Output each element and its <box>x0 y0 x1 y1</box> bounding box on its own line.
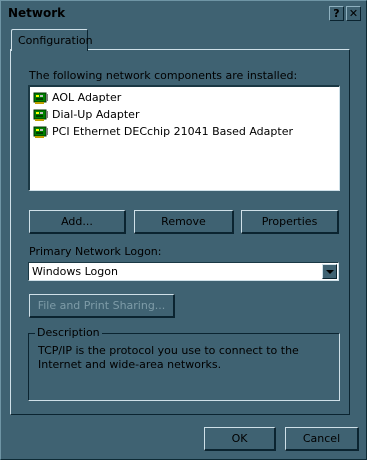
ok-button[interactable]: OK <box>204 427 276 451</box>
file-print-sharing-button[interactable]: File and Print Sharing... <box>29 294 175 318</box>
primary-logon-select[interactable]: Windows Logon <box>28 262 339 281</box>
chevron-down-icon[interactable] <box>322 264 337 279</box>
close-icon: ✕ <box>348 7 359 20</box>
network-adapter-icon <box>33 91 49 105</box>
list-item-label: Dial-Up Adapter <box>52 108 140 121</box>
list-item-label: PCI Ethernet DECchip 21041 Based Adapter <box>52 125 293 138</box>
add-button[interactable]: Add... <box>29 210 126 234</box>
components-list[interactable]: AOL Adapter Dial-Up Adapter PCI Ethernet… <box>28 85 340 191</box>
window-title: Network <box>8 6 66 20</box>
network-dialog: Network ? ✕ Configuration The following … <box>0 0 367 460</box>
tab-configuration[interactable]: Configuration <box>11 29 93 51</box>
description-text: TCP/IP is the protocol you use to connec… <box>38 344 299 371</box>
ok-button-label: OK <box>231 432 248 445</box>
list-item-label: AOL Adapter <box>52 91 122 104</box>
properties-button-label: Properties <box>261 215 318 228</box>
properties-button[interactable]: Properties <box>241 210 339 234</box>
remove-button-label: Remove <box>161 215 206 228</box>
file-print-sharing-label: File and Print Sharing... <box>37 299 166 312</box>
components-heading: The following network components are ins… <box>29 69 298 82</box>
cancel-button-label: Cancel <box>302 432 341 445</box>
close-button[interactable]: ✕ <box>346 6 361 21</box>
tab-label: Configuration <box>18 34 93 47</box>
network-adapter-icon <box>33 108 49 122</box>
description-title: Description <box>35 326 102 339</box>
network-adapter-icon <box>33 125 49 139</box>
cancel-button[interactable]: Cancel <box>285 427 359 451</box>
help-icon: ? <box>333 7 340 20</box>
title-bar[interactable]: Network ? ✕ <box>3 3 364 23</box>
remove-button[interactable]: Remove <box>134 210 234 234</box>
add-button-label: Add... <box>61 215 93 228</box>
logon-value: Windows Logon <box>32 265 118 278</box>
description-group: Description TCP/IP is the protocol you u… <box>28 326 340 401</box>
logon-label: Primary Network Logon: <box>29 245 162 258</box>
help-button[interactable]: ? <box>329 6 344 21</box>
